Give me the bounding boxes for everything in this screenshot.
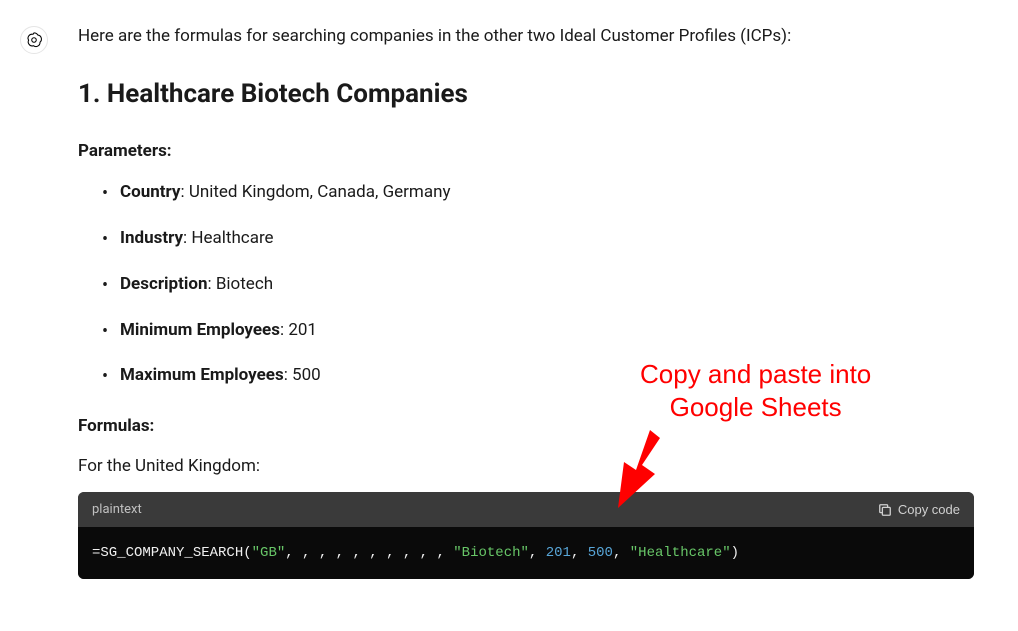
list-item: Minimum Employees: 201 <box>102 319 974 343</box>
copy-icon <box>878 503 892 517</box>
list-item: Country: United Kingdom, Canada, Germany <box>102 181 974 205</box>
parameters-label: Parameters: <box>78 141 974 161</box>
param-value: Biotech <box>216 274 273 294</box>
param-name: Description <box>120 274 207 294</box>
openai-logo-icon <box>25 31 43 49</box>
param-value: United Kingdom, Canada, Germany <box>189 182 451 202</box>
code-header: plaintext Copy code <box>78 492 974 527</box>
list-item: Maximum Employees: 500 <box>102 364 974 388</box>
message-content: Here are the formulas for searching comp… <box>78 24 998 591</box>
section-heading: 1. Healthcare Biotech Companies <box>78 78 974 112</box>
param-name: Maximum Employees <box>120 365 284 385</box>
copy-code-button[interactable]: Copy code <box>878 502 960 517</box>
param-name: Minimum Employees <box>120 320 280 340</box>
param-value: Healthcare <box>191 228 273 248</box>
formula-context: For the United Kingdom: <box>78 456 974 476</box>
code-language-label: plaintext <box>92 502 142 517</box>
parameters-list: Country: United Kingdom, Canada, Germany… <box>78 181 974 388</box>
assistant-avatar <box>20 26 48 54</box>
param-name: Country <box>120 182 180 202</box>
param-value: 201 <box>288 320 317 340</box>
param-name: Industry <box>120 228 183 248</box>
list-item: Description: Biotech <box>102 273 974 297</box>
list-item: Industry: Healthcare <box>102 227 974 251</box>
copy-code-label: Copy code <box>898 502 960 517</box>
formulas-label: Formulas: <box>78 416 974 436</box>
intro-text: Here are the formulas for searching comp… <box>78 24 974 50</box>
code-content[interactable]: =SG_COMPANY_SEARCH("GB", , , , , , , , ,… <box>78 527 974 579</box>
param-value: 500 <box>292 365 321 385</box>
annotation-arrow-icon <box>600 420 680 520</box>
code-block: plaintext Copy code =SG_COMPANY_SEARCH("… <box>78 492 974 579</box>
